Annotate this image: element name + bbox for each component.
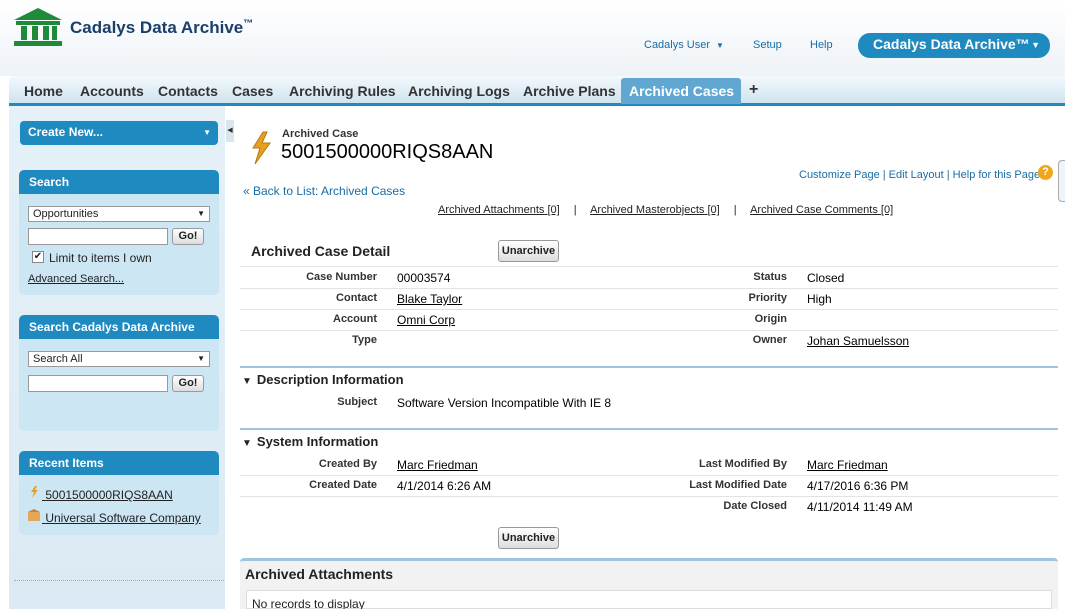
row-divider xyxy=(240,288,1058,289)
last-modified-date-value: 4/17/2016 6:36 PM xyxy=(807,479,909,493)
tab-contacts[interactable]: Contacts xyxy=(158,83,218,99)
add-tab-plus-icon[interactable]: + xyxy=(749,81,758,99)
chevron-down-icon: ▼ xyxy=(1031,40,1040,50)
created-by-link[interactable]: Marc Friedman xyxy=(397,458,478,472)
field-label: Owner xyxy=(752,334,787,346)
section-divider xyxy=(240,366,1058,368)
section-divider xyxy=(240,428,1058,430)
related-list-links: Archived Attachments [0] | Archived Mast… xyxy=(438,204,893,216)
priority-value: High xyxy=(807,292,832,306)
search-scope-select[interactable]: Opportunities ▼ xyxy=(28,206,210,222)
contact-link[interactable]: Blake Taylor xyxy=(397,292,462,306)
help-link[interactable]: Help xyxy=(810,39,833,51)
search-go-button[interactable]: Go! xyxy=(172,228,204,245)
field-label: Priority xyxy=(748,292,787,304)
chevron-down-icon: ▼ xyxy=(203,128,211,137)
tab-archive-plans[interactable]: Archive Plans xyxy=(523,83,616,99)
case-number-value: 00003574 xyxy=(397,271,451,285)
user-menu[interactable]: Cadalys User ▼ xyxy=(644,39,724,51)
row-divider xyxy=(240,496,1058,497)
field-label: Origin xyxy=(754,313,787,325)
chevron-down-icon: ▼ xyxy=(716,41,724,50)
search-box-title: Search xyxy=(19,170,219,194)
field-label: Status xyxy=(753,271,787,283)
field-label: Case Number xyxy=(306,271,377,283)
row-divider xyxy=(240,266,1058,267)
collapse-sidebar-icon[interactable]: ◀ xyxy=(226,120,234,142)
unarchive-button[interactable]: Unarchive xyxy=(498,240,559,262)
recent-items-title: Recent Items xyxy=(19,451,219,475)
date-closed-value: 4/11/2014 11:49 AM xyxy=(807,500,913,514)
page-utility-links[interactable]: Customize Page | Edit Layout | Help for … xyxy=(799,169,1040,181)
limit-to-my-items-checkbox[interactable]: ✔ xyxy=(32,251,44,263)
tab-home[interactable]: Home xyxy=(24,83,63,99)
create-new-button[interactable]: Create New... ▼ xyxy=(20,121,218,145)
help-icon[interactable]: ? xyxy=(1038,165,1053,180)
owner-link[interactable]: Johan Samuelsson xyxy=(807,334,909,348)
case-icon xyxy=(252,131,271,165)
tab-bar: Home Accounts Contacts Cases Archiving R… xyxy=(9,76,1065,106)
side-panel-handle[interactable] xyxy=(1058,160,1065,202)
tab-archiving-logs[interactable]: Archiving Logs xyxy=(408,83,510,99)
page-header: Cadalys Data Archive™ Cadalys User ▼ Setu… xyxy=(0,0,1065,76)
tab-archiving-rules[interactable]: Archiving Rules xyxy=(289,83,396,99)
archive-search-title: Search Cadalys Data Archive xyxy=(19,315,219,339)
field-label: Contact xyxy=(336,292,377,304)
subject-value: Software Version Incompatible With IE 8 xyxy=(397,396,612,410)
related-link-attachments[interactable]: Archived Attachments [0] xyxy=(438,204,560,216)
setup-link[interactable]: Setup xyxy=(753,39,782,51)
archived-attachments-title: Archived Attachments xyxy=(245,566,394,582)
field-label: Last Modified By xyxy=(698,458,787,470)
search-input[interactable] xyxy=(28,228,168,245)
sidebar-divider xyxy=(14,580,224,581)
related-link-case-comments[interactable]: Archived Case Comments [0] xyxy=(750,204,893,216)
recent-item-account[interactable]: Universal Software Company xyxy=(26,508,201,525)
field-label: Date Closed xyxy=(723,500,787,512)
tab-archived-cases[interactable]: Archived Cases xyxy=(621,78,741,104)
row-divider xyxy=(240,309,1058,310)
archived-attachments-table xyxy=(246,590,1052,609)
account-icon xyxy=(28,509,40,521)
logo-text: Cadalys Data Archive™ xyxy=(70,18,254,37)
detail-section-title: Archived Case Detail xyxy=(251,243,391,259)
row-divider xyxy=(240,475,1058,476)
limit-to-my-items-label: Limit to items I own xyxy=(49,251,152,265)
field-label: Last Modified Date xyxy=(689,479,787,491)
field-label: Created Date xyxy=(309,479,377,491)
field-label: Account xyxy=(333,313,377,325)
separator: | xyxy=(573,204,577,216)
logo-temple-icon xyxy=(14,8,62,46)
archive-search-box: Search Cadalys Data Archive xyxy=(19,315,219,431)
empty-state-text: No records to display xyxy=(252,597,365,609)
separator: | xyxy=(733,204,737,216)
app-switcher-button[interactable]: Cadalys Data Archive™ ▼ xyxy=(858,33,1050,58)
archive-search-input[interactable] xyxy=(28,375,168,392)
case-icon xyxy=(31,486,38,498)
unarchive-button-bottom[interactable]: Unarchive xyxy=(498,527,559,549)
tab-cases[interactable]: Cases xyxy=(232,83,273,99)
chevron-down-icon: ▼ xyxy=(197,209,205,218)
recent-item-case[interactable]: 5001500000RIQS8AAN xyxy=(26,485,173,502)
row-divider xyxy=(240,330,1058,331)
field-label: Created By xyxy=(318,458,377,470)
field-label: Type xyxy=(352,334,377,346)
record-type-label: Archived Case xyxy=(282,128,359,140)
account-link[interactable]: Omni Corp xyxy=(397,313,455,327)
related-link-masterobjects[interactable]: Archived Masterobjects [0] xyxy=(590,204,720,216)
created-date-value: 4/1/2014 6:26 AM xyxy=(397,479,492,493)
status-value: Closed xyxy=(807,271,845,285)
chevron-down-icon: ▼ xyxy=(197,354,205,363)
tab-accounts[interactable]: Accounts xyxy=(80,83,144,99)
archive-search-go-button[interactable]: Go! xyxy=(172,375,204,392)
archive-search-scope-select[interactable]: Search All ▼ xyxy=(28,351,210,367)
collapse-triangle-icon: ▼ xyxy=(242,438,252,449)
field-label: Subject xyxy=(337,396,377,408)
advanced-search-link[interactable]: Advanced Search... xyxy=(28,273,124,285)
last-modified-by-link[interactable]: Marc Friedman xyxy=(807,458,888,472)
description-section-header[interactable]: ▼ Description Information xyxy=(242,372,404,387)
page-title: 5001500000RIQS8AAN xyxy=(281,141,494,163)
collapse-triangle-icon: ▼ xyxy=(242,376,252,387)
system-section-header[interactable]: ▼ System Information xyxy=(242,434,378,449)
back-to-list-link[interactable]: « Back to List: Archived Cases xyxy=(243,184,405,198)
